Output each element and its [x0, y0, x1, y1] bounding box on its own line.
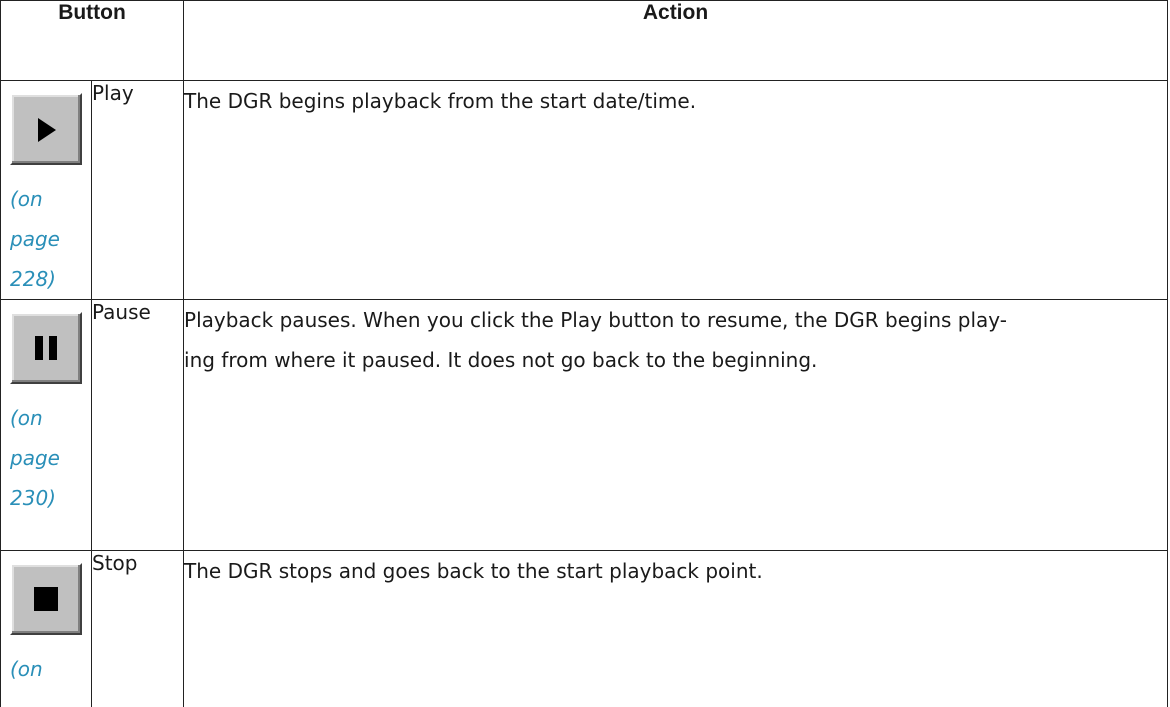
row-label: Pause	[90, 299, 185, 551]
row-action: The DGR stops and goes back to the start…	[183, 550, 1169, 707]
page-link-stop[interactable]: (on	[10, 649, 90, 689]
pause-icon	[35, 336, 57, 360]
row-action-line: Playback pauses. When you click the Play…	[184, 308, 1007, 332]
table-header-row: Button Action	[0, 0, 1169, 81]
table-row: (on page 228) Play The DGR begins playba…	[0, 80, 1169, 300]
play-button[interactable]	[10, 93, 82, 165]
icon-cell: (on page 230)	[0, 299, 92, 551]
header-button: Button	[0, 0, 185, 81]
icon-cell: (on page 228)	[0, 80, 92, 300]
row-action-line: ing from where it paused. It does not go…	[184, 348, 818, 372]
play-icon	[38, 118, 56, 142]
document-page: Button Action (on page 228) Play The DGR…	[0, 0, 1170, 707]
stop-button[interactable]	[10, 563, 82, 635]
table-row: (on page 230) Pause Playback pauses. Whe…	[0, 299, 1169, 551]
row-label: Play	[90, 80, 185, 300]
table-row: (on Stop The DGR stops and goes back to …	[0, 550, 1169, 707]
button-action-table: Button Action (on page 228) Play The DGR…	[0, 0, 1169, 707]
page-link-pause[interactable]: (on page 230)	[10, 398, 90, 518]
row-action: Playback pauses. When you click the Play…	[183, 299, 1169, 551]
icon-cell: (on	[0, 550, 92, 707]
stop-icon	[34, 587, 58, 611]
row-label: Stop	[90, 550, 185, 707]
row-action: The DGR begins playback from the start d…	[183, 80, 1169, 300]
pause-button[interactable]	[10, 312, 82, 384]
page-link-play[interactable]: (on page 228)	[10, 179, 90, 299]
header-action: Action	[183, 0, 1169, 81]
